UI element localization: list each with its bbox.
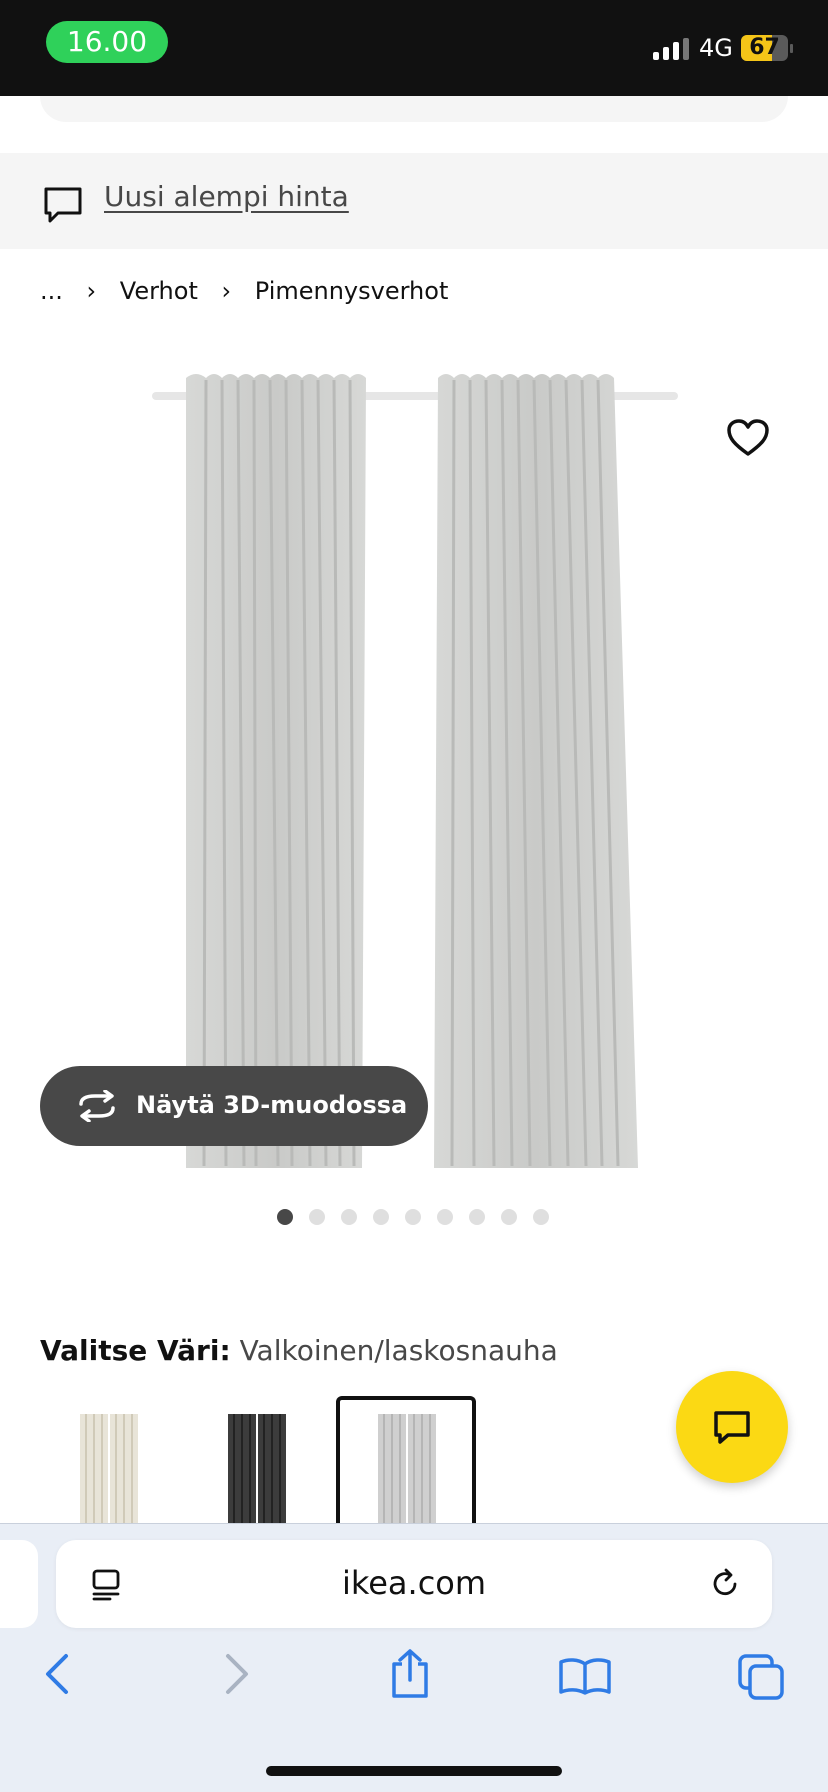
chevron-right-icon: › [221,277,232,305]
reload-icon[interactable] [708,1567,742,1601]
battery-level: 67 [749,35,780,60]
color-selector-label: Valitse Väri: Valkoinen/laskosnauha [40,1334,558,1367]
breadcrumb-item-pimennysverhot[interactable]: Pimennysverhot [255,277,449,305]
carousel-dots [277,1209,549,1225]
network-type: 4G [699,34,733,62]
view-3d-button[interactable]: Näytä 3D-muodossa [40,1066,428,1146]
product-image[interactable] [140,360,692,1172]
breadcrumb-ellipsis[interactable]: ... [40,277,63,305]
back-icon[interactable] [40,1652,76,1696]
carousel-dot[interactable] [373,1209,389,1225]
rotate-3d-icon [79,1090,115,1122]
promo-banner: Uusi alempi hinta [0,153,828,249]
tabs-icon[interactable] [736,1652,786,1702]
search-bar-bottom[interactable] [40,96,788,122]
home-indicator [266,1766,562,1776]
carousel-dot[interactable] [437,1209,453,1225]
promo-link[interactable]: Uusi alempi hinta [104,180,349,213]
chat-icon [714,1411,750,1444]
color-swatch-light-grey-selected[interactable] [336,1396,476,1526]
color-swatch-dark-grey[interactable] [188,1396,326,1526]
color-swatch-beige[interactable] [40,1396,178,1526]
carousel-dot[interactable] [277,1209,293,1225]
status-time: 16.00 [46,21,168,63]
status-bar: 16.00 4G 67 [0,0,828,96]
battery-icon: 67 [741,35,788,61]
chevron-right-icon: › [86,277,97,305]
previous-tab-preview[interactable] [0,1540,38,1628]
carousel-dot[interactable] [533,1209,549,1225]
carousel-dot[interactable] [469,1209,485,1225]
forward-icon[interactable] [218,1652,254,1696]
carousel-dot[interactable] [309,1209,325,1225]
view-3d-label: Näytä 3D-muodossa [136,1091,408,1119]
heart-icon[interactable] [726,418,770,458]
url-text[interactable]: ikea.com [56,1564,772,1602]
breadcrumb-item-verhot[interactable]: Verhot [120,277,198,305]
address-bar[interactable]: ikea.com [56,1540,772,1628]
breadcrumb: ... › Verhot › Pimennysverhot [40,276,448,305]
carousel-dot[interactable] [501,1209,517,1225]
chat-button[interactable] [676,1371,788,1483]
carousel-dot[interactable] [405,1209,421,1225]
bookmarks-icon[interactable] [558,1656,612,1696]
speech-bubble-icon [44,187,82,223]
signal-icon [653,38,689,60]
color-label: Valitse Väri: [40,1334,231,1367]
carousel-dot[interactable] [341,1209,357,1225]
share-icon[interactable] [388,1648,432,1700]
color-value: Valkoinen/laskosnauha [239,1334,558,1367]
